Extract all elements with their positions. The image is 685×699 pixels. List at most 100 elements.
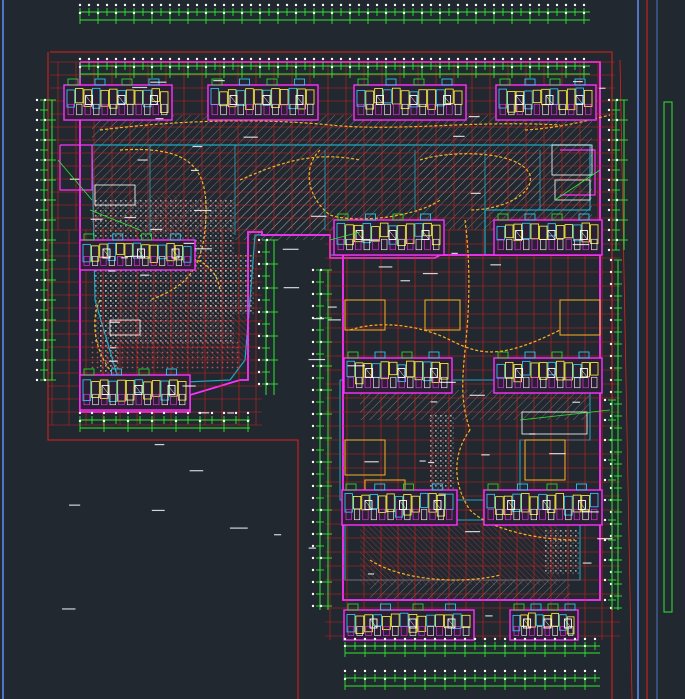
grid-bubble — [258, 57, 262, 61]
grid-bubble — [420, 65, 424, 69]
grid-bubble — [222, 3, 226, 7]
grid-bubble — [240, 57, 244, 61]
annotation-mark — [120, 257, 129, 259]
grid-bubble — [240, 65, 244, 69]
grid-bubble — [311, 592, 315, 596]
grid-bubble — [35, 178, 39, 182]
grid-bubble — [265, 382, 269, 386]
grid-bubble — [383, 677, 387, 681]
grid-bubble — [583, 637, 587, 641]
grid-bubble — [438, 3, 442, 7]
grid-bubble — [339, 57, 343, 61]
grid-bubble — [174, 419, 178, 423]
grid-bubble — [35, 248, 39, 252]
grid-bubble — [132, 65, 136, 69]
annotation-mark — [274, 534, 282, 536]
parking-zone — [524, 439, 566, 481]
grid-bubble — [474, 3, 478, 7]
grid-bubble — [563, 669, 567, 673]
grid-bubble — [609, 306, 613, 310]
grid-bubble — [43, 158, 47, 162]
annotation-mark — [428, 461, 435, 464]
grid-bubble — [126, 411, 130, 415]
grid-bubble — [411, 3, 415, 7]
grid-bubble — [257, 358, 261, 362]
grid-bubble — [303, 57, 307, 61]
grid-bubble — [257, 238, 261, 242]
grid-bubble — [528, 57, 532, 61]
grid-bubble — [582, 57, 586, 61]
grid-bubble — [319, 412, 323, 416]
grid-bubble — [363, 677, 367, 681]
grid-bubble — [35, 268, 39, 272]
balcony — [374, 483, 386, 491]
annotation-mark — [363, 239, 379, 241]
grid-bubble — [222, 57, 226, 61]
grid-bubble — [348, 11, 352, 15]
balcony — [385, 78, 397, 86]
grid-bubble — [383, 644, 387, 648]
grid-bubble — [210, 411, 214, 415]
grid-bubble — [222, 65, 226, 69]
annotation-mark — [419, 460, 426, 462]
grid-bubble — [615, 238, 619, 242]
annotation-mark — [194, 248, 212, 250]
residential-unit — [63, 78, 173, 121]
grid-bubble — [204, 11, 208, 15]
grid-bubble — [483, 669, 487, 673]
grid-bubble — [186, 11, 190, 15]
grid-bubble — [78, 11, 82, 15]
grid-bubble — [413, 669, 417, 673]
grid-bubble — [222, 11, 226, 15]
grid-bubble — [43, 358, 47, 362]
grid-bubble — [78, 57, 82, 61]
grid-bubble — [609, 270, 613, 274]
grid-bubble — [132, 11, 136, 15]
grid-bubble — [403, 677, 407, 681]
grid-bubble — [257, 334, 261, 338]
grid-bubble — [607, 248, 611, 252]
grid-bubble — [609, 366, 613, 370]
grid-bubble — [366, 3, 370, 7]
grid-bubble — [501, 3, 505, 7]
grid-bubble — [35, 228, 39, 232]
hatch-area — [420, 150, 540, 200]
grid-bubble — [615, 198, 619, 202]
hatch-area — [360, 525, 560, 585]
grid-bubble — [546, 57, 550, 61]
grid-bubble — [603, 438, 607, 442]
grid-bubble — [105, 57, 109, 61]
floor-plan-drawing[interactable] — [0, 0, 685, 699]
grid-bubble — [102, 419, 106, 423]
grid-bubble — [257, 382, 261, 386]
cad-viewport[interactable] — [0, 0, 685, 699]
grid-bubble — [492, 3, 496, 7]
grid-bubble — [423, 637, 427, 641]
grid-bubble — [483, 3, 487, 7]
grid-bubble — [168, 3, 172, 7]
grid-bubble — [546, 65, 550, 69]
grid-bubble — [257, 298, 261, 302]
grid-bubble — [311, 268, 315, 272]
annotation-mark — [347, 365, 365, 367]
balcony — [211, 78, 223, 86]
grid-bubble — [582, 11, 586, 15]
grid-bubble — [114, 57, 118, 61]
grid-bubble — [186, 57, 190, 61]
grid-bubble — [603, 598, 607, 602]
annotation-mark — [364, 461, 379, 463]
grid-bubble — [249, 57, 253, 61]
annotation-mark — [470, 192, 481, 194]
grid-bubble — [43, 218, 47, 222]
annotation-mark — [328, 319, 341, 321]
grid-bubble — [35, 98, 39, 102]
grid-bubble — [456, 65, 460, 69]
grid-bubble — [343, 637, 347, 641]
grid-bubble — [294, 3, 298, 7]
grid-bubble — [249, 3, 253, 7]
grid-bubble — [267, 3, 271, 7]
grid-bubble — [523, 677, 527, 681]
hatch-area — [200, 255, 255, 315]
grid-bubble — [573, 669, 577, 673]
annotation-mark — [190, 169, 199, 172]
